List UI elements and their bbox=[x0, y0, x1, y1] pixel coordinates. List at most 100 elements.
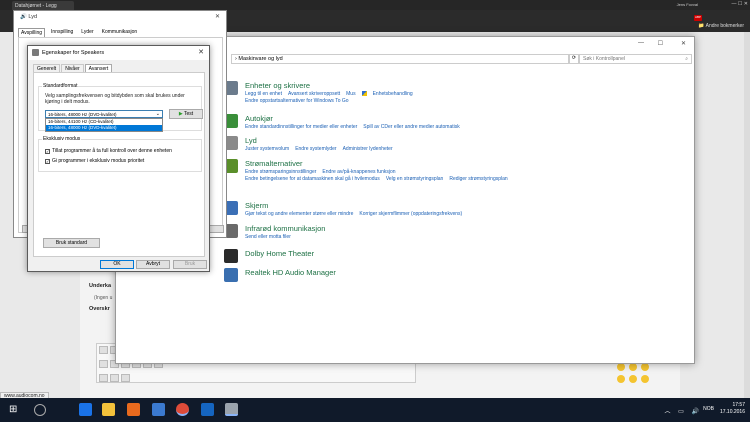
restore-defaults-button[interactable]: Bruk standard bbox=[43, 238, 100, 248]
category-link[interactable]: Juster systemvolum bbox=[245, 146, 289, 152]
category-icon[interactable] bbox=[224, 249, 238, 263]
category-link[interactable]: Legg til en enhet bbox=[245, 91, 282, 97]
browser-tab-title: Datahjørnet - Legg bbox=[15, 3, 57, 9]
category-links: Gjør tekst og andre elementer større ell… bbox=[245, 211, 468, 218]
smiley-icon[interactable] bbox=[629, 363, 637, 371]
clock-date: 17.10.2016 bbox=[719, 409, 745, 415]
sound-window-title-text: Lyd bbox=[28, 14, 38, 20]
clock-time: 17:57 bbox=[732, 402, 745, 408]
category-link[interactable]: Avansert skriveroppsett bbox=[288, 91, 340, 97]
category-title[interactable]: Skjerm bbox=[245, 201, 268, 210]
close-button[interactable]: ✕ bbox=[215, 13, 220, 20]
category-link[interactable]: Endre standardinnstillinger for medier e… bbox=[245, 124, 357, 130]
checkbox-checked-icon[interactable]: ✓ bbox=[45, 148, 50, 154]
category-links: Endre standardinnstillinger for medier e… bbox=[245, 124, 466, 131]
store-icon[interactable] bbox=[152, 403, 165, 416]
speaker-app-icon[interactable] bbox=[225, 403, 238, 416]
category-link[interactable]: Endre systemlyder bbox=[295, 146, 336, 152]
tray-icons[interactable]: ︿ ▭ 🔊 bbox=[665, 406, 702, 415]
category-link[interactable]: Endre strømsparingsinnstillinger bbox=[245, 169, 316, 175]
category-link[interactable]: Endre oppstartsalternativer for Windows … bbox=[245, 98, 349, 104]
advanced-panel: Standardformat Velg samplingsfrekvensen … bbox=[33, 72, 205, 257]
outlook-icon[interactable] bbox=[201, 403, 214, 416]
category-icon[interactable] bbox=[224, 268, 238, 282]
category-title[interactable]: Dolby Home Theater bbox=[245, 249, 314, 258]
editor-source-button[interactable] bbox=[99, 346, 108, 354]
smiley-icon[interactable] bbox=[641, 375, 649, 383]
test-button[interactable]: ▶ Test bbox=[169, 109, 203, 119]
category-link[interactable]: Velg en strømstyringsplan bbox=[386, 176, 444, 182]
exclusive-mode-label: Eksklusiv modus bbox=[42, 136, 82, 142]
minimize-button[interactable]: — bbox=[638, 40, 644, 46]
speakers-properties-dialog: Egenskaper for Speakers ✕ Generelt Nivåe… bbox=[27, 45, 210, 272]
format-dropdown-list[interactable]: 16-biters, 44100 Hz (CD-kvalitet) 16-bit… bbox=[45, 118, 163, 132]
chrome-icon[interactable] bbox=[176, 403, 189, 416]
tab-avspilling[interactable]: Avspilling bbox=[18, 28, 46, 37]
editor-superscript-button[interactable] bbox=[121, 374, 130, 382]
search-placeholder: Søk i Kontrollpanel bbox=[583, 56, 625, 62]
browser-window-controls[interactable]: — ☐ ✕ bbox=[732, 1, 748, 7]
chevron-down-icon: ⌄ bbox=[155, 111, 160, 117]
exclusive-control-checkbox[interactable]: ✓ Tillat programmer å ta full kontroll o… bbox=[45, 148, 172, 154]
category-link[interactable]: Gjør tekst og andre elementer større ell… bbox=[245, 211, 353, 217]
field-label-overskrift: Overskr bbox=[89, 306, 110, 312]
category-links: Send eller motta filer bbox=[245, 234, 297, 241]
ok-button[interactable]: OK bbox=[100, 260, 134, 269]
tab-kommunikasjon[interactable]: Kommunikasjon bbox=[100, 28, 140, 37]
browser-user[interactable]: Jens Fovval bbox=[677, 2, 698, 7]
edge-icon[interactable] bbox=[79, 403, 92, 416]
editor-subscript-button[interactable] bbox=[110, 374, 119, 382]
category-link[interactable]: Korriger skjermflimmer (oppdateringsfrek… bbox=[359, 211, 462, 217]
exclusive-priority-checkbox[interactable]: ✓ Gi programmer i eksklusiv modus priori… bbox=[45, 158, 144, 164]
maximize-button[interactable]: ☐ bbox=[658, 40, 663, 47]
category-link[interactable]: Rediger strømstyringsplan bbox=[449, 176, 507, 182]
category-link[interactable]: Administrer lydenheter bbox=[343, 146, 393, 152]
category-links: Legg til en enhet Avansert skriveroppsett… bbox=[245, 91, 419, 105]
cancel-button[interactable]: Avbryt bbox=[136, 260, 170, 269]
exclusive-priority-label: Gi programmer i eksklusiv modus priorite… bbox=[52, 158, 145, 164]
checkbox-checked-icon[interactable]: ✓ bbox=[45, 158, 50, 164]
category-link[interactable]: Endre betingelsene for at datamaskinen s… bbox=[245, 176, 380, 182]
category-link[interactable]: Mus bbox=[346, 91, 355, 97]
category-link[interactable]: Endre av/på-knappenes funksjon bbox=[322, 169, 395, 175]
smiley-icon[interactable] bbox=[629, 375, 637, 383]
category-link[interactable]: Spill av CDer eller andre medier automat… bbox=[363, 124, 459, 130]
address-text: Maskinvare og lyd bbox=[238, 56, 283, 62]
audio-app-icon[interactable] bbox=[127, 403, 140, 416]
category-title[interactable]: Autokjør bbox=[245, 114, 273, 123]
smiley-icon[interactable] bbox=[617, 363, 625, 371]
default-format-description: Velg samplingsfrekvensen og bitdybden so… bbox=[45, 93, 185, 105]
smiley-icon[interactable] bbox=[641, 363, 649, 371]
close-button[interactable]: ✕ bbox=[198, 48, 204, 56]
smiley-icon[interactable] bbox=[617, 375, 625, 383]
play-icon: ▶ bbox=[178, 111, 183, 117]
address-bar[interactable]: › Maskinvare og lyd bbox=[231, 54, 569, 64]
search-input[interactable]: Søk i Kontrollpanel ⌕ bbox=[579, 54, 692, 64]
apply-button[interactable]: Bruk bbox=[173, 260, 207, 269]
refresh-button[interactable]: ⟳ bbox=[569, 54, 579, 64]
category-title[interactable]: Strømalternativer bbox=[245, 159, 303, 168]
format-select[interactable]: 16-biters, 48000 Hz (DVD-kvalitet) ⌄ bbox=[45, 110, 163, 118]
adblock-extension-icon[interactable]: ABP bbox=[694, 15, 702, 21]
category-title[interactable]: Enheter og skrivere bbox=[245, 81, 310, 90]
format-option-selected[interactable]: 16-biters, 48000 Hz (DVD-kvalitet) bbox=[46, 125, 162, 131]
editor-table-button[interactable] bbox=[99, 374, 108, 382]
category-title[interactable]: Lyd bbox=[245, 136, 257, 145]
exclusive-mode-group: Eksklusiv modus bbox=[38, 136, 202, 172]
language-indicator[interactable]: NOB bbox=[703, 406, 714, 412]
category-link[interactable]: Send eller motta filer bbox=[245, 234, 291, 240]
category-link[interactable]: Enhetsbehandling bbox=[373, 91, 413, 97]
browser-tab[interactable]: Datahjørnet - Legg bbox=[12, 1, 74, 10]
tab-lyder[interactable]: Lyder bbox=[79, 28, 95, 37]
search-icon[interactable] bbox=[34, 404, 46, 416]
category-title[interactable]: Infrarød kommunikasjon bbox=[245, 224, 325, 233]
category-title[interactable]: Realtek HD Audio Manager bbox=[245, 268, 336, 277]
file-explorer-icon[interactable] bbox=[102, 403, 115, 416]
tab-innspilling[interactable]: Innspilling bbox=[49, 28, 75, 37]
editor-bold-button[interactable] bbox=[99, 360, 108, 368]
windows-start-icon[interactable]: ⊞ bbox=[9, 405, 19, 415]
clock[interactable]: 17:57 17.10.2016 bbox=[720, 402, 745, 416]
page-scrollbar[interactable] bbox=[744, 32, 750, 398]
close-button[interactable]: ✕ bbox=[681, 40, 686, 47]
other-bookmarks[interactable]: 📁 Andre bokmerker bbox=[698, 23, 744, 29]
